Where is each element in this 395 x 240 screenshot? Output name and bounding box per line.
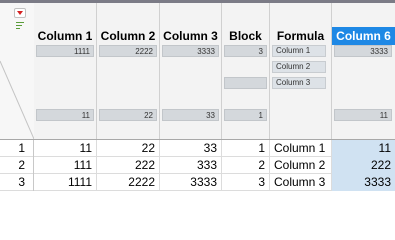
column-6-summary-top: 3333 — [334, 45, 392, 57]
cell-column-3[interactable]: 333 — [160, 157, 222, 174]
table-corner — [0, 3, 35, 139]
cell-column-6[interactable]: 222 — [332, 157, 395, 174]
column-6-summary-bottom: 11 — [334, 109, 392, 121]
cell-block[interactable]: 2 — [222, 157, 270, 174]
formula-level-1: Column 1 — [272, 45, 326, 57]
filter-icon[interactable] — [16, 22, 24, 30]
column-6: Column 6 3333 11 — [332, 3, 395, 139]
column-2-summary-bottom: 22 — [99, 109, 157, 121]
column-header-column-3[interactable]: Column 3 — [160, 27, 221, 45]
row-number[interactable]: 2 — [0, 157, 34, 174]
red-triangle-menu-icon[interactable] — [14, 8, 26, 18]
column-1-summary-bottom: 11 — [36, 109, 94, 121]
row-number[interactable]: 3 — [0, 174, 34, 191]
block-summary-middle — [224, 77, 267, 89]
formula-level-3: Column 3 — [272, 77, 326, 89]
cell-column-1[interactable]: 111 — [34, 157, 97, 174]
column-block: Block 3 1 — [222, 3, 270, 139]
cell-column-1[interactable]: 1111 — [34, 174, 97, 191]
column-1-summary-top: 1111 — [36, 45, 94, 57]
table-row: 2 111 222 333 2 Column 2 222 — [0, 157, 395, 174]
column-3-summary-top: 3333 — [162, 45, 219, 57]
cell-column-3[interactable]: 33 — [160, 140, 222, 157]
column-header-column-6[interactable]: Column 6 — [332, 27, 395, 45]
table-row: 3 1111 2222 3333 3 Column 3 3333 — [0, 174, 395, 191]
column-2: Column 2 2222 22 — [97, 3, 160, 139]
formula-level-2: Column 2 — [272, 61, 326, 73]
cell-column-2[interactable]: 222 — [97, 157, 160, 174]
column-formula: Formula Column 1 Column 2 Column 3 — [270, 3, 332, 139]
cell-column-3[interactable]: 3333 — [160, 174, 222, 191]
cell-column-1[interactable]: 11 — [34, 140, 97, 157]
column-2-summary-top: 2222 — [99, 45, 157, 57]
cell-column-6[interactable]: 3333 — [332, 174, 395, 191]
cell-column-2[interactable]: 22 — [97, 140, 160, 157]
column-header-formula[interactable]: Formula — [270, 27, 331, 45]
column-1: Column 1 1111 11 — [34, 3, 97, 139]
cell-block[interactable]: 3 — [222, 174, 270, 191]
column-3: Column 3 3333 33 — [160, 3, 222, 139]
column-header-column-1[interactable]: Column 1 — [34, 27, 96, 45]
cell-column-2[interactable]: 2222 — [97, 174, 160, 191]
row-number[interactable]: 1 — [0, 140, 34, 157]
cell-formula[interactable]: Column 2 — [270, 157, 332, 174]
column-3-summary-bottom: 33 — [162, 109, 219, 121]
table-row: 1 11 22 33 1 Column 1 11 — [0, 140, 395, 157]
block-summary-top: 3 — [224, 45, 267, 57]
cell-block[interactable]: 1 — [222, 140, 270, 157]
cell-column-6[interactable]: 11 — [332, 140, 395, 157]
cell-formula[interactable]: Column 3 — [270, 174, 332, 191]
column-header-block[interactable]: Block — [222, 27, 269, 45]
block-summary-bottom: 1 — [224, 109, 267, 121]
column-header-column-2[interactable]: Column 2 — [97, 27, 159, 45]
cell-formula[interactable]: Column 1 — [270, 140, 332, 157]
